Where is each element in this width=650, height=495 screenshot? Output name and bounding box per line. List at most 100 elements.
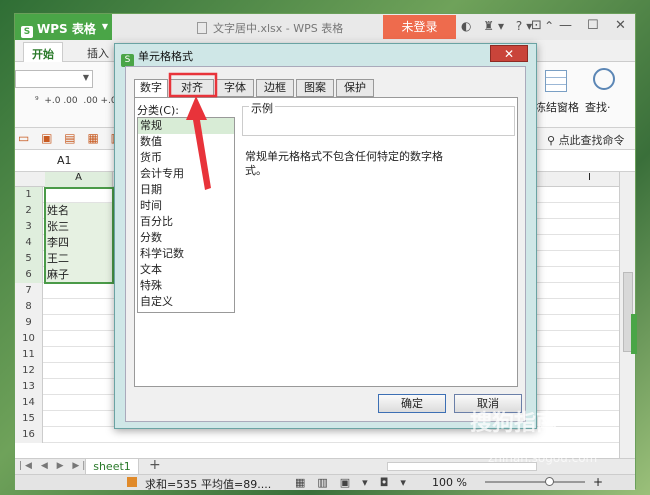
- wps-logo-icon: S: [21, 26, 33, 38]
- quick-access-icons[interactable]: ▭ ▣ ▤ ▦ ▥: [18, 131, 126, 145]
- row-number[interactable]: 5: [15, 251, 43, 267]
- row-number[interactable]: 1: [15, 187, 43, 203]
- row-number[interactable]: 10: [15, 331, 43, 347]
- tab-alignment[interactable]: 对齐: [170, 79, 214, 97]
- tab-font[interactable]: 字体: [216, 79, 254, 97]
- status-average: 平均值=89....: [201, 478, 272, 491]
- app-name: WPS 表格: [37, 22, 96, 36]
- sheet-tab-sheet1[interactable]: sheet1: [85, 459, 139, 475]
- row-number[interactable]: 16: [15, 427, 43, 443]
- cell-a[interactable]: 张三: [45, 219, 113, 235]
- row-number[interactable]: 4: [15, 235, 43, 251]
- cell-a[interactable]: 李四: [45, 235, 113, 251]
- freeze-panes-icon[interactable]: [545, 70, 567, 92]
- view-buttons[interactable]: ▦▥▣▾◘▾: [295, 476, 418, 489]
- column-a-header[interactable]: A: [45, 172, 113, 187]
- format-cells-dialog: S 单元格格式 ✕ 数字 对齐 字体 边框 图案 保护 分类(C): 常规 数值 货币…: [114, 43, 537, 429]
- category-item[interactable]: 日期: [138, 182, 234, 198]
- row-number[interactable]: 13: [15, 379, 43, 395]
- freeze-panes-label[interactable]: 冻结窗格: [535, 99, 579, 115]
- chevron-down-icon: ▼: [82, 73, 89, 82]
- tab-insert[interactable]: 插入: [87, 45, 109, 61]
- cell-a[interactable]: [45, 363, 113, 379]
- minimize-icon[interactable]: —: [559, 18, 572, 33]
- row-number[interactable]: 8: [15, 299, 43, 315]
- category-item[interactable]: 会计专用: [138, 166, 234, 182]
- cell-a[interactable]: 麻子: [45, 267, 113, 283]
- cell-a[interactable]: [45, 427, 113, 443]
- category-item[interactable]: 数值: [138, 134, 234, 150]
- row-number[interactable]: 2: [15, 203, 43, 219]
- cell-a[interactable]: [45, 299, 113, 315]
- find-icon[interactable]: [593, 68, 615, 90]
- cell-reference[interactable]: A1: [57, 154, 72, 167]
- category-item[interactable]: 特殊: [138, 278, 234, 294]
- category-item[interactable]: 文本: [138, 262, 234, 278]
- quick-find[interactable]: ⚲ 点此查找命令: [547, 132, 625, 148]
- window-title: 文字居中.xlsx - WPS 表格: [197, 20, 343, 36]
- row-number[interactable]: 12: [15, 363, 43, 379]
- category-item[interactable]: 时间: [138, 198, 234, 214]
- tab-number[interactable]: 数字: [134, 79, 168, 98]
- close-icon[interactable]: ✕: [615, 18, 626, 33]
- status-sum: 求和=535: [145, 478, 198, 491]
- row-number[interactable]: 9: [15, 315, 43, 331]
- category-label: 分类(C):: [137, 104, 179, 117]
- font-size-combo[interactable]: ▼: [15, 70, 93, 88]
- cell-a[interactable]: 王二: [45, 251, 113, 267]
- wps-menu-button[interactable]: S WPS 表格 ▼: [15, 14, 112, 40]
- tab-border[interactable]: 边框: [256, 79, 294, 97]
- cell-a[interactable]: [45, 283, 113, 299]
- tab-protection[interactable]: 保护: [336, 79, 374, 97]
- category-item[interactable]: 自定义: [138, 294, 234, 310]
- maximize-icon[interactable]: ☐: [587, 18, 599, 33]
- side-panel-toggle[interactable]: [631, 314, 637, 354]
- category-item[interactable]: 分数: [138, 230, 234, 246]
- zoom-level: 100 %: [432, 476, 467, 489]
- tab-pattern[interactable]: 图案: [296, 79, 334, 97]
- ok-button[interactable]: 确定: [378, 394, 446, 413]
- row-number[interactable]: 14: [15, 395, 43, 411]
- cell-a[interactable]: [45, 395, 113, 411]
- watermark-url: zhinan.sogou.com: [488, 451, 598, 465]
- row-number[interactable]: 3: [15, 219, 43, 235]
- cell-a[interactable]: [45, 411, 113, 427]
- dialog-close-button[interactable]: ✕: [490, 45, 528, 62]
- zoom-slider-knob[interactable]: [545, 477, 554, 486]
- number-format-icons[interactable]: ⁹ +.0 .00 .00 +.0: [35, 96, 117, 106]
- file-icon: [197, 22, 207, 34]
- add-sheet-icon[interactable]: +: [149, 457, 161, 473]
- sheet-nav-arrows[interactable]: |◀ ◀ ▶ ▶|: [19, 461, 88, 471]
- cell-a[interactable]: [45, 315, 113, 331]
- category-item[interactable]: 科学记数: [138, 246, 234, 262]
- category-item[interactable]: 百分比: [138, 214, 234, 230]
- row-number[interactable]: 7: [15, 283, 43, 299]
- column-i-header[interactable]: I: [588, 172, 591, 183]
- row-number[interactable]: 11: [15, 347, 43, 363]
- category-item[interactable]: 货币: [138, 150, 234, 166]
- category-list[interactable]: 常规 数值 货币 会计专用 日期 时间 百分比 分数 科学记数 文本 特殊 自定义: [137, 117, 235, 313]
- login-button[interactable]: 未登录: [383, 15, 456, 39]
- toolbar-icons[interactable]: ◐ ♜▾ ?▾ ⌃: [461, 19, 558, 33]
- chevron-down-icon: ▼: [101, 22, 108, 31]
- cell-a[interactable]: [45, 187, 113, 203]
- find-label[interactable]: 查找·: [585, 99, 611, 115]
- status-bar: 求和=535 平均值=89.... ▦▥▣▾◘▾ 100 % +: [15, 474, 635, 491]
- status-icon: [127, 477, 137, 487]
- cell-a[interactable]: [45, 331, 113, 347]
- title-bar: S WPS 表格 ▼ 文字居中.xlsx - WPS 表格 未登录 ◐ ♜▾ ?▾…: [15, 14, 635, 40]
- cell-a[interactable]: 姓名: [45, 203, 113, 219]
- watermark: 搜狗指南: [470, 411, 559, 436]
- row-number[interactable]: 15: [15, 411, 43, 427]
- zoom-slider[interactable]: [485, 481, 585, 483]
- restore-icon[interactable]: ⊡: [531, 18, 542, 33]
- cell-a[interactable]: [45, 347, 113, 363]
- dialog-title: S 单元格格式: [121, 48, 193, 67]
- cell-a[interactable]: [45, 379, 113, 395]
- row-number[interactable]: 6: [15, 267, 43, 283]
- sample-label: 示例: [249, 100, 275, 116]
- sample-box: 示例: [242, 100, 515, 136]
- zoom-in-icon[interactable]: +: [593, 475, 603, 489]
- category-item[interactable]: 常规: [138, 118, 234, 134]
- dialog-body: 数字 对齐 字体 边框 图案 保护 分类(C): 常规 数值 货币 会计专用 日期 时间百…: [125, 66, 526, 422]
